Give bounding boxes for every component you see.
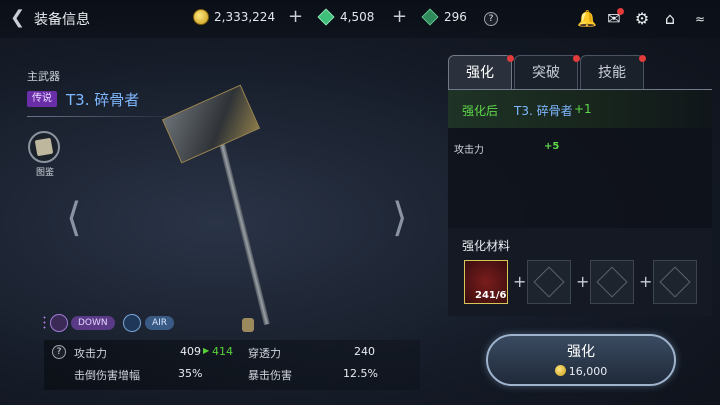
after-enhance-name: T3. 碎骨者 <box>514 104 573 118</box>
gold-coin-icon <box>193 9 209 25</box>
materials-label: 强化材料 <box>462 239 511 253</box>
plus-icon: + <box>639 272 653 291</box>
weapon-slot-label: 主武器 <box>27 70 60 83</box>
prev-weapon-arrow-icon[interactable]: ⟨ <box>66 195 82 241</box>
empty-slot-icon <box>596 266 628 298</box>
after-enhance-label: 强化后 <box>462 104 499 118</box>
down-tag: DOWN <box>71 316 115 330</box>
weapon-name: T3. 碎骨者 <box>66 91 140 109</box>
gem-currency: 4,508 <box>317 8 375 26</box>
gem-icon <box>317 8 335 26</box>
enhance-cost-value: 16,000 <box>568 365 608 378</box>
codex-book-icon <box>34 137 54 157</box>
material-count: 241/6 <box>475 290 507 301</box>
bell-icon[interactable]: 🔔 <box>577 9 597 29</box>
air-tag-icon <box>123 314 141 332</box>
after-enhance-level: +1 <box>574 102 592 116</box>
atk-new-value: 414 <box>212 345 233 358</box>
token-currency: 296 <box>421 8 467 26</box>
pierce-value: 240 <box>354 345 375 358</box>
air-tag: AIR <box>145 316 175 330</box>
tab-skills[interactable]: 技能 <box>580 55 644 89</box>
down-tag-icon <box>50 314 68 332</box>
add-gold-button[interactable]: + <box>288 6 303 27</box>
arrow-right-icon: ▶ <box>203 346 210 355</box>
add-gem-button[interactable]: + <box>392 6 407 27</box>
weapon-hammer-handle <box>218 139 270 326</box>
pierce-label: 穿透力 <box>248 347 281 360</box>
enhance-atk-label: 攻击力 <box>454 145 484 156</box>
plus-icon: + <box>513 272 527 291</box>
material-slot-empty[interactable] <box>527 260 571 304</box>
currency-help-icon[interactable]: ? <box>484 12 498 26</box>
rarity-badge: 传说 <box>27 91 57 107</box>
tab-breakthrough[interactable]: 突破 <box>514 55 578 89</box>
back-chevron-icon[interactable]: ❮ <box>10 8 25 28</box>
gem-amount: 4,508 <box>340 10 375 24</box>
empty-slot-icon <box>659 266 691 298</box>
gear-icon[interactable]: ⚙ <box>632 9 652 29</box>
wifi-icon: ≈ <box>694 12 706 26</box>
tab-skills-notice-dot <box>639 55 646 62</box>
atk-value: 409 <box>180 345 201 358</box>
enhance-atk-gain: +5 <box>544 141 560 152</box>
material-slot-empty[interactable] <box>590 260 634 304</box>
enhance-cost: 16,000 <box>486 365 676 378</box>
gold-coin-icon <box>554 365 566 376</box>
next-weapon-arrow-icon[interactable]: ⟩ <box>392 195 408 241</box>
plus-icon: + <box>576 272 590 291</box>
tab-breakthrough-notice-dot <box>573 55 580 62</box>
atk-label: 攻击力 <box>74 347 107 360</box>
enhance-button-label: 强化 <box>567 344 595 360</box>
stats-help-icon[interactable]: ? <box>52 345 66 359</box>
tab-enhance[interactable]: 强化 <box>448 55 512 89</box>
material-slot-empty[interactable] <box>653 260 697 304</box>
knockdown-label: 击倒伤害增幅 <box>74 369 140 382</box>
gold-currency: 2,333,224 <box>193 9 275 25</box>
tag-dots-icon <box>43 315 46 331</box>
knockdown-value: 35% <box>178 367 203 380</box>
token-amount: 296 <box>444 10 467 24</box>
weapon-hammer-pommel <box>242 318 254 332</box>
page-title: 装备信息 <box>34 12 90 28</box>
mail-notice-dot <box>617 8 624 15</box>
codex-label: 图鉴 <box>36 168 55 178</box>
crit-label: 暴击伤害 <box>248 369 292 382</box>
token-icon <box>421 8 439 26</box>
divider <box>27 116 187 117</box>
weapon-hammer-head <box>161 84 261 164</box>
empty-slot-icon <box>533 266 565 298</box>
tab-enhance-notice-dot <box>507 55 514 62</box>
home-icon[interactable]: ⌂ <box>660 9 680 29</box>
gold-amount: 2,333,224 <box>214 10 276 24</box>
crit-value: 12.5% <box>343 367 378 380</box>
